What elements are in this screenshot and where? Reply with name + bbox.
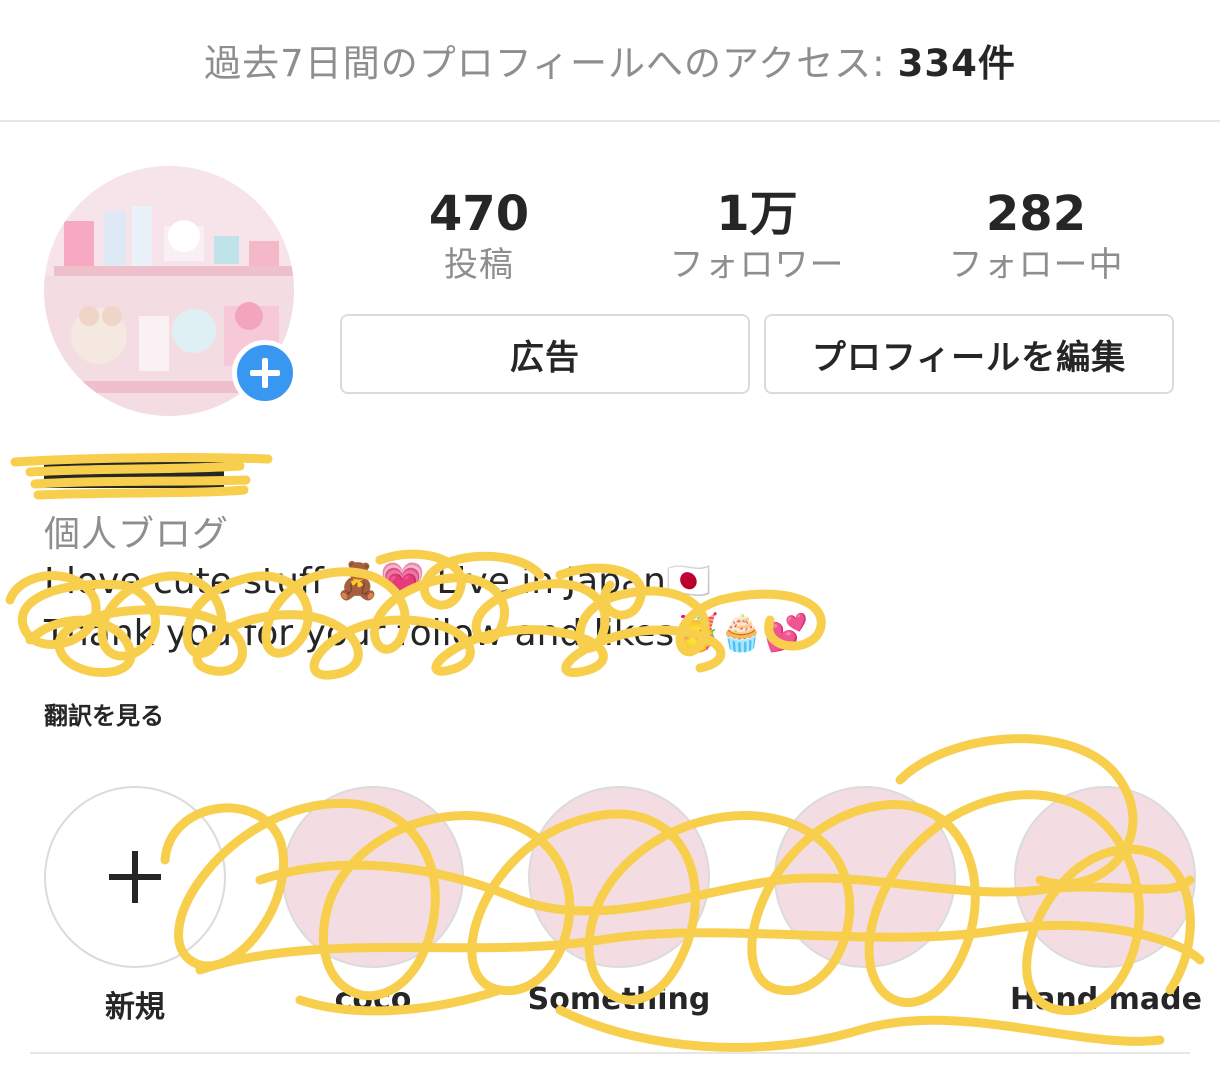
following-stat[interactable]: 282 フォロー中 bbox=[921, 185, 1151, 287]
profile-page: 過去7日間のプロフィールへのアクセス: 334件 470 投稿 1万 フォロワー… bbox=[0, 0, 1220, 1072]
highlight-cover bbox=[774, 786, 956, 968]
posts-count: 470 bbox=[428, 186, 530, 242]
divider bbox=[30, 1052, 1190, 1054]
following-count: 282 bbox=[985, 186, 1087, 242]
plus-icon bbox=[109, 851, 161, 903]
plus-icon bbox=[250, 358, 280, 388]
highlight-label: Something bbox=[527, 982, 711, 1017]
posts-label: 投稿 bbox=[444, 245, 514, 285]
edit-profile-button[interactable]: プロフィールを編集 bbox=[764, 314, 1174, 394]
highlight-cover bbox=[528, 786, 710, 968]
following-label: フォロー中 bbox=[948, 245, 1124, 285]
highlight-something[interactable]: Something bbox=[524, 786, 714, 1017]
see-translation-link[interactable]: 翻訳を見る bbox=[44, 696, 164, 731]
highlight-label: coco bbox=[334, 982, 412, 1017]
profile-visits-label: 過去7日間のプロフィールへのアクセス: bbox=[204, 42, 886, 85]
highlight-new-label: 新規 bbox=[105, 990, 165, 1025]
profile-visits-banner[interactable]: 過去7日間のプロフィールへのアクセス: 334件 bbox=[0, 0, 1220, 122]
add-story-button[interactable] bbox=[232, 340, 298, 406]
redaction-mark bbox=[44, 458, 224, 488]
highlight-new-circle bbox=[44, 786, 226, 968]
followers-stat[interactable]: 1万 フォロワー bbox=[642, 185, 872, 287]
bio-line-2: Thank you for your follow and likes🥳🧁💕 bbox=[44, 613, 809, 654]
followers-count: 1万 bbox=[716, 186, 798, 242]
ads-button[interactable]: 広告 bbox=[340, 314, 750, 394]
highlight-coco[interactable]: coco bbox=[278, 786, 468, 1017]
highlight-cover bbox=[1014, 786, 1196, 968]
highlight-new[interactable]: 新規 bbox=[40, 786, 230, 1026]
posts-stat[interactable]: 470 投稿 bbox=[364, 185, 594, 287]
profile-category: 個人ブログ bbox=[44, 514, 230, 555]
highlight-hand-made[interactable]: Hand made bbox=[1010, 786, 1202, 1017]
highlight-cover bbox=[282, 786, 464, 968]
username-redacted bbox=[44, 452, 274, 511]
bio-line-1: I love cute stuff 🧸💗 Live in Japan🇯🇵 bbox=[44, 561, 711, 602]
highlight-item[interactable] bbox=[770, 786, 960, 982]
followers-label: フォロワー bbox=[669, 245, 845, 285]
highlight-label: Hand made bbox=[1010, 982, 1202, 1017]
profile-visits-count: 334件 bbox=[897, 42, 1016, 85]
